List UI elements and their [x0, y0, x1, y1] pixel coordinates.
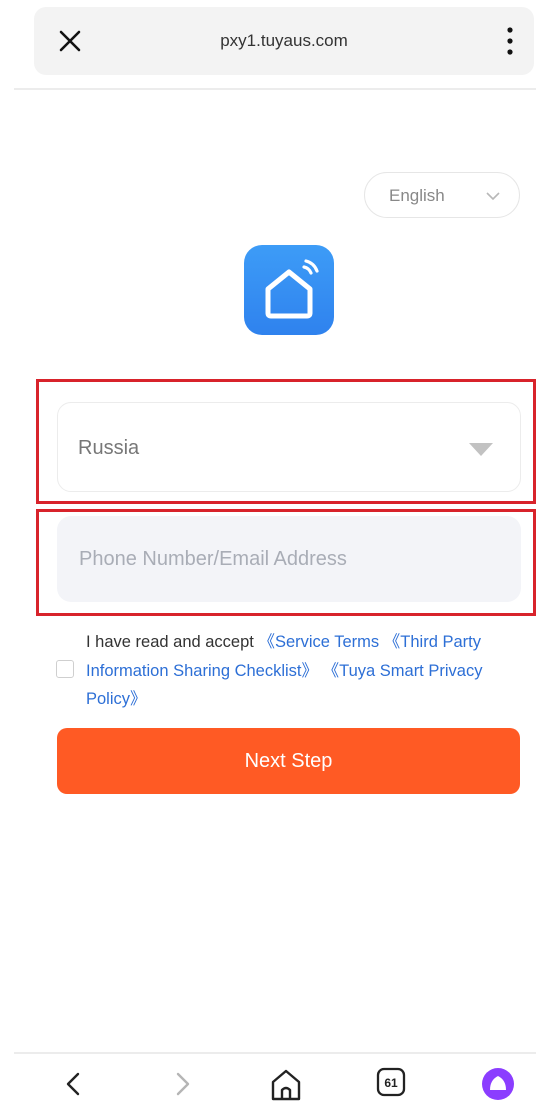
app-logo [244, 245, 334, 335]
service-terms-link[interactable]: 《Service Terms [258, 633, 379, 651]
country-value: Russia [78, 437, 140, 459]
agreement-text: I have read and accept 《Service Terms 《T… [86, 628, 526, 714]
agreement-checkbox[interactable] [56, 660, 74, 678]
more-vertical-icon[interactable] [504, 23, 516, 59]
header-divider [14, 88, 536, 90]
next-step-button[interactable]: Next Step [57, 728, 520, 794]
back-icon[interactable] [56, 1066, 92, 1102]
smart-home-app-icon [265, 259, 319, 319]
chevron-down-icon [486, 192, 500, 201]
forward-icon[interactable] [164, 1066, 200, 1102]
language-select[interactable]: English [364, 172, 520, 218]
assistant-icon[interactable] [480, 1066, 516, 1102]
bottom-divider [14, 1052, 536, 1054]
browser-address-bar: pxy1.tuyaus.com [34, 7, 534, 75]
language-label: English [389, 186, 445, 205]
tabs-button[interactable]: 61 [376, 1066, 412, 1102]
agreement-prefix: I have read and accept [86, 633, 259, 651]
phone-email-input[interactable] [57, 516, 521, 602]
home-icon[interactable] [268, 1066, 304, 1102]
country-select[interactable]: Russia [57, 402, 521, 492]
page-url[interactable]: pxy1.tuyaus.com [34, 31, 534, 51]
caret-down-icon [469, 443, 493, 456]
tabs-count: 61 [384, 1076, 398, 1090]
